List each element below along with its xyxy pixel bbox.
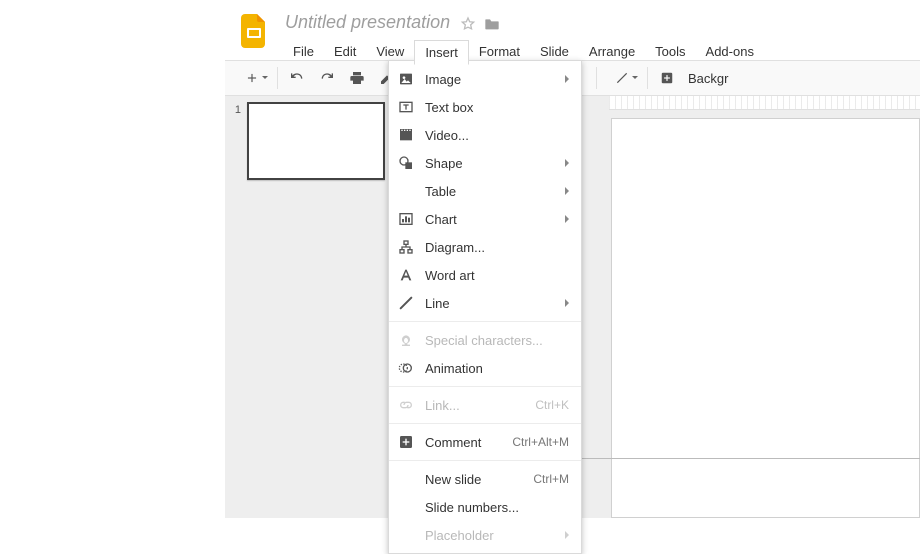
menu-item-label: Image <box>425 72 569 87</box>
menu-item-label: Link... <box>425 398 525 413</box>
star-icon[interactable] <box>460 16 476 32</box>
line-icon <box>397 294 415 312</box>
omega-icon <box>397 331 415 349</box>
doc-title[interactable]: Untitled presentation <box>283 10 452 37</box>
menu-item-label: Video... <box>425 128 569 143</box>
slide-number: 1 <box>231 102 241 116</box>
menu-item-label: Word art <box>425 268 569 283</box>
menu-placeholder: Placeholder <box>389 521 581 549</box>
menu-separator <box>389 460 581 461</box>
menu-chart[interactable]: Chart <box>389 205 581 233</box>
undo-button[interactable] <box>283 65 311 91</box>
menu-item-label: Placeholder <box>425 528 569 543</box>
menu-shortcut: Ctrl+K <box>535 398 569 412</box>
menu-item-label: Line <box>425 296 569 311</box>
menu-comment[interactable]: Comment Ctrl+Alt+M <box>389 428 581 456</box>
menu-item-label: Text box <box>425 100 569 115</box>
menu-item-label: Animation <box>425 361 569 376</box>
slide-thumbnail[interactable] <box>247 102 385 180</box>
menu-special-chars: Special characters... <box>389 326 581 354</box>
menu-separator <box>389 386 581 387</box>
comment-icon <box>397 433 415 451</box>
animation-icon <box>397 359 415 377</box>
insert-dropdown: Image Text box Video... Shape Table Char… <box>388 60 582 554</box>
menu-shortcut: Ctrl+Alt+M <box>512 435 569 449</box>
ruler-horizontal <box>609 96 920 110</box>
menu-shortcut: Ctrl+M <box>533 472 569 486</box>
menu-item-label: Table <box>425 184 569 199</box>
menu-animation[interactable]: Animation <box>389 354 581 382</box>
link-icon <box>397 396 415 414</box>
diagram-icon <box>397 238 415 256</box>
new-slide-button[interactable] <box>232 65 272 91</box>
menu-textbox[interactable]: Text box <box>389 93 581 121</box>
menu-image[interactable]: Image <box>389 65 581 93</box>
slide-thumb-1[interactable]: 1 <box>231 102 392 180</box>
menu-item-label: Diagram... <box>425 240 569 255</box>
menu-separator <box>389 321 581 322</box>
move-folder-icon[interactable] <box>484 17 500 31</box>
image-icon <box>397 70 415 88</box>
menu-item-label: Chart <box>425 212 569 227</box>
menu-diagram[interactable]: Diagram... <box>389 233 581 261</box>
menu-slide-numbers[interactable]: Slide numbers... <box>389 493 581 521</box>
video-icon <box>397 126 415 144</box>
menu-item-label: Shape <box>425 156 569 171</box>
menu-item-label: New slide <box>425 472 523 487</box>
menu-link: Link... Ctrl+K <box>389 391 581 419</box>
shape-icon <box>397 154 415 172</box>
chart-icon <box>397 210 415 228</box>
menu-video[interactable]: Video... <box>389 121 581 149</box>
menu-insert[interactable]: Insert <box>414 40 469 65</box>
redo-button[interactable] <box>313 65 341 91</box>
menu-line[interactable]: Line <box>389 289 581 317</box>
menu-item-label: Slide numbers... <box>425 500 569 515</box>
menu-table[interactable]: Table <box>389 177 581 205</box>
menu-shape[interactable]: Shape <box>389 149 581 177</box>
menu-separator <box>389 423 581 424</box>
print-button[interactable] <box>343 65 371 91</box>
background-button[interactable]: Backgr <box>682 71 734 86</box>
menu-item-label: Special characters... <box>425 333 569 348</box>
line-tool-button[interactable] <box>602 65 642 91</box>
header: Untitled presentation File Edit View Ins… <box>225 0 920 60</box>
filmstrip[interactable]: 1 <box>225 96 399 518</box>
textbox-icon <box>397 98 415 116</box>
wordart-icon <box>397 266 415 284</box>
slides-logo <box>241 14 267 48</box>
menu-item-label: Comment <box>425 435 502 450</box>
menu-wordart[interactable]: Word art <box>389 261 581 289</box>
menu-new-slide[interactable]: New slide Ctrl+M <box>389 465 581 493</box>
add-comment-toolbar-button[interactable] <box>653 65 681 91</box>
